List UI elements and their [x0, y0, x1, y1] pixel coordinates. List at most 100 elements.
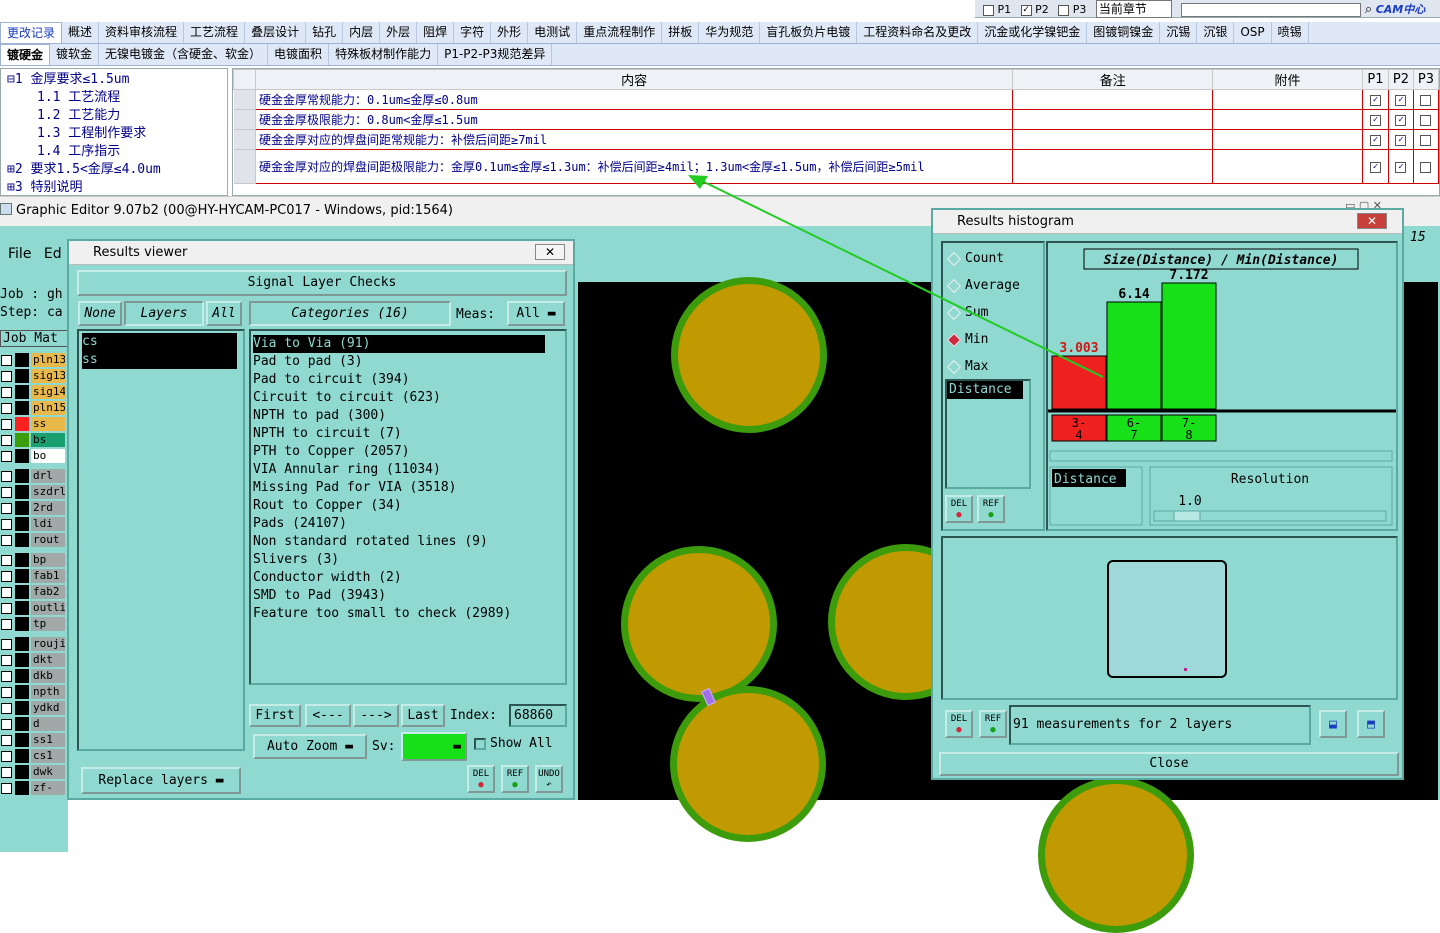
layer-row[interactable]: pln13 — [0, 352, 68, 368]
tab-item[interactable]: 外形 — [491, 22, 529, 43]
search-box[interactable] — [1181, 3, 1362, 17]
tab-item[interactable]: 钻孔 — [306, 22, 344, 43]
layer-row[interactable]: dwk — [0, 764, 68, 780]
layer-row[interactable]: dkt — [0, 652, 68, 668]
category-item[interactable]: NPTH to pad (300) — [253, 407, 565, 425]
layer-row[interactable]: dkb — [0, 668, 68, 684]
subtab-item[interactable]: 镀软金 — [50, 44, 100, 65]
p2-checkbox[interactable]: ✓ — [1395, 134, 1407, 146]
tree-node[interactable]: 1.3 工程制作要求 — [7, 125, 227, 143]
p1-checkbox[interactable]: ✓ — [1369, 94, 1381, 106]
tab-item[interactable]: 沉银 — [1197, 22, 1235, 43]
tab-item[interactable]: 沉锡 — [1160, 22, 1198, 43]
tab-change-log[interactable]: 更改记录 — [0, 22, 63, 43]
layer-checkbox[interactable] — [1, 370, 12, 382]
layer-checkbox[interactable] — [1, 402, 12, 414]
first-button[interactable]: First — [249, 704, 301, 727]
category-item[interactable]: PTH to Copper (2057) — [253, 443, 565, 461]
tab-item[interactable]: 工艺流程 — [184, 22, 246, 43]
tab-item[interactable]: OSP — [1234, 22, 1272, 43]
p1-checkbox[interactable]: ✓ — [1369, 161, 1381, 173]
row-handle[interactable] — [233, 149, 256, 184]
close-icon[interactable]: ✕ — [535, 244, 565, 260]
mode-min-radio[interactable]: Min — [943, 326, 1043, 353]
subtab-hard-gold[interactable]: 镀硬金 — [0, 44, 51, 65]
all-button[interactable]: All — [206, 301, 242, 326]
menu-file[interactable]: File — [8, 246, 31, 262]
layer-row[interactable]: cs1 — [0, 748, 68, 764]
layer-checkbox[interactable] — [1, 718, 12, 730]
mode-average-radio[interactable]: Average — [943, 272, 1043, 299]
layer-checkbox[interactable] — [1, 554, 12, 566]
layer-checkbox[interactable] — [1, 702, 12, 714]
layer-checkbox[interactable] — [1, 734, 12, 746]
layer-row[interactable]: d — [0, 716, 68, 732]
layer-row[interactable]: pln15 — [0, 400, 68, 416]
replace-layers-button[interactable]: Replace layers ▬ — [81, 767, 241, 794]
layer-row[interactable]: bo — [0, 448, 68, 464]
tab-item[interactable]: 重点流程制作 — [577, 22, 663, 43]
meas-dropdown[interactable]: All ▬ — [507, 301, 565, 326]
layer-checkbox[interactable] — [1, 502, 12, 514]
category-item[interactable]: SMD to Pad (3943) — [253, 587, 565, 605]
search-icon[interactable]: ⌕ — [1365, 2, 1372, 17]
tree-node[interactable]: ⊞2 要求1.5<金厚≤4.0um — [7, 161, 227, 179]
layer-checkbox[interactable] — [1, 386, 12, 398]
histogram-bar[interactable] — [1051, 355, 1107, 410]
import-icon[interactable]: ⬒ — [1357, 710, 1385, 738]
layers-button[interactable]: Layers — [124, 301, 204, 326]
close-icon[interactable]: ✕ — [1357, 213, 1387, 229]
layer-row[interactable]: 2rd — [0, 500, 68, 516]
tab-item[interactable]: 阻焊 — [417, 22, 455, 43]
mode-max-radio[interactable]: Max — [943, 353, 1043, 380]
tab-item[interactable]: 电测试 — [528, 22, 578, 43]
hist-ref-button[interactable]: REF ● — [977, 495, 1005, 523]
rv-layer-item[interactable]: ss — [82, 351, 237, 369]
bottom-del-button[interactable]: DEL ● — [945, 710, 973, 738]
row-handle[interactable] — [233, 89, 256, 110]
layer-checkbox[interactable] — [1, 450, 12, 462]
categories-button[interactable]: Categories (16) — [249, 301, 451, 326]
layer-row[interactable]: ss — [0, 416, 68, 432]
layer-row[interactable]: bs — [0, 432, 68, 448]
layer-checkbox[interactable] — [1, 418, 12, 430]
p3-checkbox[interactable] — [1420, 161, 1432, 173]
prev-button[interactable]: <--- — [305, 704, 351, 727]
resolution-slider-thumb[interactable] — [1173, 510, 1201, 522]
tab-item[interactable]: 外层 — [380, 22, 418, 43]
row-handle[interactable] — [233, 109, 256, 130]
show-all-checkbox[interactable] — [474, 738, 486, 750]
row-handle[interactable] — [233, 129, 256, 150]
tab-item[interactable]: 概述 — [62, 22, 100, 43]
layer-checkbox[interactable] — [1, 586, 12, 598]
layer-row[interactable]: szdrl — [0, 484, 68, 500]
category-item[interactable]: Pads (24107) — [253, 515, 565, 533]
subtab-item[interactable]: P1-P2-P3规范差异 — [438, 44, 553, 65]
menu-edit[interactable]: Ed — [44, 246, 62, 262]
tab-item[interactable]: 资料审核流程 — [99, 22, 185, 43]
p1-checkbox[interactable] — [983, 4, 994, 16]
layer-checkbox[interactable] — [1, 354, 12, 366]
tab-item[interactable]: 字符 — [454, 22, 492, 43]
category-item[interactable]: Slivers (3) — [253, 551, 565, 569]
layer-row[interactable]: sig13 — [0, 368, 68, 384]
p3-checkbox[interactable] — [1058, 4, 1070, 16]
layer-row[interactable]: fab1 — [0, 568, 68, 584]
subtab-item[interactable]: 电镀面积 — [268, 44, 330, 65]
category-item[interactable]: Via to Via (91) — [253, 335, 545, 353]
job-matrix-button[interactable]: Job Mat — [0, 330, 68, 347]
tree-node[interactable]: ⊞3 特别说明 — [7, 179, 227, 195]
layer-checkbox[interactable] — [1, 434, 12, 446]
layer-checkbox[interactable] — [1, 470, 12, 482]
close-button[interactable]: Close — [939, 752, 1399, 776]
del-button[interactable]: DEL ● — [467, 765, 495, 793]
p2-checkbox[interactable]: ✓ — [1020, 4, 1032, 16]
p3-checkbox[interactable] — [1420, 114, 1432, 126]
tab-item[interactable]: 工程资料命名及更改 — [857, 22, 979, 43]
category-item[interactable]: Rout to Copper (34) — [253, 497, 565, 515]
layer-row[interactable]: bp — [0, 552, 68, 568]
layer-row[interactable]: zf-sz — [0, 780, 68, 796]
bottom-ref-button[interactable]: REF ● — [979, 710, 1007, 738]
layer-row[interactable]: fab2 — [0, 584, 68, 600]
p3-checkbox[interactable] — [1420, 134, 1432, 146]
